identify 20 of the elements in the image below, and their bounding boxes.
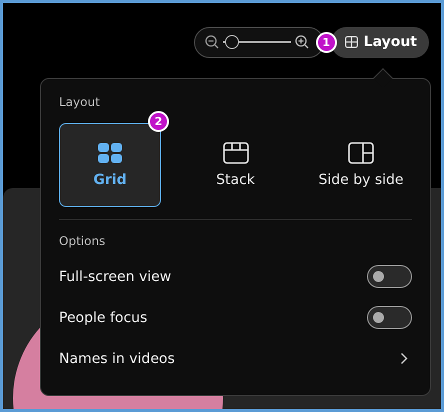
side-by-side-icon [348, 142, 374, 164]
toggle-switch[interactable] [367, 265, 412, 288]
zoom-slider[interactable] [222, 35, 291, 49]
section-title: Layout [59, 95, 101, 109]
toggle-switch[interactable] [367, 306, 412, 329]
layout-option[interactable]: Side by side [310, 123, 412, 207]
step-badge: 2 [148, 111, 169, 132]
zoom-out-icon[interactable] [204, 35, 219, 49]
section-title: Options [59, 234, 106, 248]
grid-icon [344, 36, 358, 48]
chevron-right-icon[interactable] [400, 352, 408, 365]
grid-icon [97, 142, 123, 164]
layout-button[interactable]: Layout [330, 26, 429, 58]
stack-layout-icon [222, 142, 248, 164]
setting-label: Names in videos [59, 350, 175, 366]
setting-label: People focus [59, 310, 148, 326]
zoom-in-icon[interactable] [294, 35, 309, 49]
slider-thumb[interactable] [225, 35, 240, 49]
layout-option[interactable]: Stack [184, 123, 286, 207]
setting-label: Full-screen view [59, 268, 172, 284]
